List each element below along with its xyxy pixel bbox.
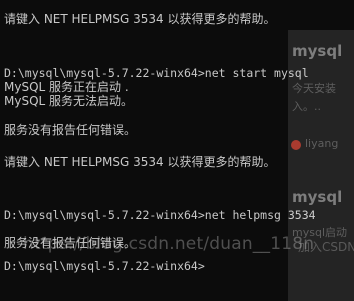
- background-author: liyang: [305, 137, 339, 150]
- background-article-title: mysql: [292, 42, 343, 60]
- background-webpage: [288, 30, 354, 301]
- background-article-snippet: 入。..: [292, 100, 321, 113]
- console-prompt[interactable]: D:\mysql\mysql-5.7.22-winx64>: [4, 259, 205, 273]
- console-line: 请键入 NET HELPMSG 3534 以获得更多的帮助。: [4, 155, 276, 169]
- console-line: MySQL 服务无法启动。: [4, 94, 134, 108]
- watermark: https://blog.csdn.net/duan__118n: [23, 234, 315, 254]
- console-line: 服务没有报告任何错误。: [4, 123, 137, 137]
- background-article-title: mysql: [292, 188, 343, 206]
- console-line: D:\mysql\mysql-5.7.22-winx64>net helpmsg…: [4, 208, 316, 222]
- console-line: MySQL 服务正在启动 .: [4, 80, 129, 94]
- author-avatar: [291, 140, 301, 150]
- console-line: D:\mysql\mysql-5.7.22-winx64>net start m…: [4, 66, 309, 80]
- background-article-snippet: 今天安装: [292, 82, 336, 95]
- console-line: 请键入 NET HELPMSG 3534 以获得更多的帮助。: [4, 12, 276, 26]
